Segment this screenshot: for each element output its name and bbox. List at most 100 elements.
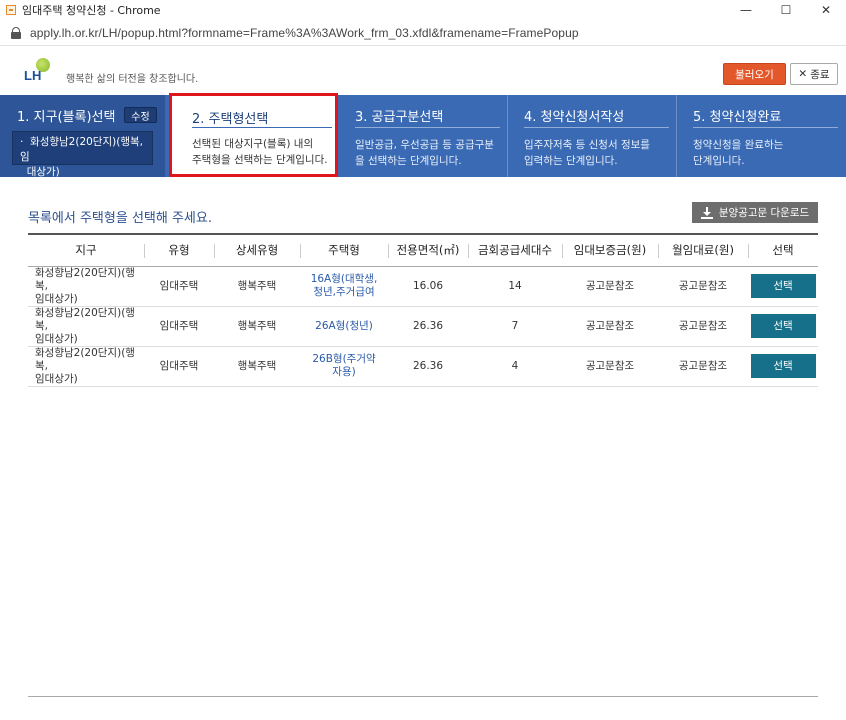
type-cell: 임대주택 [144, 306, 214, 347]
list-title: 목록에서 주택형을 선택해 주세요. [28, 211, 212, 226]
housing-line1: 26B형(주거약 [312, 353, 376, 365]
rent-cell: 공고문참조 [658, 306, 748, 347]
column-header: 월임대료(원) [658, 233, 748, 267]
main-content: 목록에서 주택형을 선택해 주세요. 분양공고문 다운로드 지구 유형 상세유형… [0, 177, 846, 720]
step-3-desc: 일반공급, 우선공급 등 공급구분 을 선택하는 단계입니다. [355, 137, 494, 169]
close-button-label: 종료 [810, 68, 830, 81]
window-controls: — ☐ ✕ [726, 0, 846, 20]
step-3-desc-line2: 을 선택하는 단계입니다. [355, 155, 462, 167]
type-cell: 임대주택 [144, 346, 214, 387]
lock-icon[interactable] [10, 26, 22, 39]
column-header: 전용면적(㎡) [388, 233, 468, 267]
minimize-icon[interactable]: — [726, 0, 766, 20]
select-cell: 선택 [748, 346, 818, 387]
step-4-desc: 입주자저축 등 신청서 정보를 입력하는 단계입니다. [524, 137, 650, 169]
download-icon [700, 206, 713, 219]
page-favicon-icon [6, 5, 16, 15]
area-cell: 16.06 [388, 266, 468, 307]
rent-cell: 공고문참조 [658, 346, 748, 387]
column-header: 금회공급세대수 [468, 233, 562, 267]
selected-district-box: · 화성향남2(20단지)(행복,임 대상가) [12, 131, 153, 178]
window-titlebar: 임대주택 청약신청 - Chrome — ☐ ✕ [0, 0, 846, 20]
housing-line1: 26A형(청년) [315, 319, 373, 332]
selected-district-line1: 화성향남2(20단지)(행복,임 [20, 136, 143, 163]
page-header: LH 행복한 삶의 터전을 창조합니다. 불러오기 ✕ 종료 [0, 47, 846, 95]
type-cell: 임대주택 [144, 266, 214, 307]
detail-type-cell: 행복주택 [214, 266, 300, 307]
column-header: 주택형 [300, 233, 388, 267]
column-header: 상세유형 [214, 233, 300, 267]
select-button[interactable]: 선택 [750, 354, 816, 378]
column-header: 지구 [28, 233, 144, 267]
district-line2: 임대상가) [35, 332, 78, 345]
bottom-divider [28, 696, 818, 697]
bullet: · [20, 136, 24, 148]
rent-cell: 공고문참조 [658, 266, 748, 307]
load-button[interactable]: 불러오기 [723, 63, 786, 85]
table-header-row: 지구 유형 상세유형 주택형 전용면적(㎡) 금회공급세대수 임대보증금(원) … [28, 233, 818, 267]
step-1-district-select: 1. 지구(블록)선택 수정 · 화성향남2(20단지)(행복,임 대상가) [0, 95, 165, 178]
select-button[interactable]: 선택 [750, 274, 816, 298]
select-cell: 선택 [748, 306, 818, 347]
district-line1: 화성향남2(20단지)(행복, [35, 266, 135, 292]
step-5-title: 5. 청약신청완료 [693, 110, 782, 125]
select-button[interactable]: 선택 [750, 314, 816, 338]
step-4-desc-line2: 입력하는 단계입니다. [524, 155, 618, 167]
step-2-underline [192, 127, 332, 128]
step-4-underline [524, 127, 669, 128]
window-title: 임대주택 청약신청 - Chrome [22, 4, 161, 17]
step-4-desc-line1: 입주자저축 등 신청서 정보를 [524, 139, 650, 151]
step-5-underline [693, 127, 838, 128]
close-window-icon[interactable]: ✕ [806, 0, 846, 20]
detail-type-cell: 행복주택 [214, 346, 300, 387]
table-row[interactable]: 화성향남2(20단지)(행복, 임대상가) 임대주택 행복주택 16A형(대학생,… [28, 266, 818, 307]
select-cell: 선택 [748, 266, 818, 307]
step-2-desc-line2: 주택형을 선택하는 단계입니다. [192, 154, 328, 166]
housing-line2: 자용) [332, 366, 356, 378]
address-bar[interactable]: apply.lh.or.kr/LH/popup.html?formname=Fr… [0, 20, 846, 46]
column-header: 유형 [144, 233, 214, 267]
url-text[interactable]: apply.lh.or.kr/LH/popup.html?formname=Fr… [30, 26, 579, 40]
step-2-housing-type-select: 2. 주택형선택 선택된 대상지구(블록) 내의 주택형을 선택하는 단계입니다… [169, 93, 338, 177]
step-progress-bar: 1. 지구(블록)선택 수정 · 화성향남2(20단지)(행복,임 대상가) 3… [0, 93, 846, 178]
step-4-application-form: 4. 청약신청서작성 입주자저축 등 신청서 정보를 입력하는 단계입니다. [507, 95, 676, 177]
lh-logo: LH [24, 58, 64, 84]
slogan: 행복한 삶의 터전을 창조합니다. [66, 74, 199, 85]
download-notice-button[interactable]: 분양공고문 다운로드 [692, 202, 818, 223]
district-line2: 임대상가) [35, 292, 78, 305]
district-cell: 화성향남2(20단지)(행복, 임대상가) [28, 306, 144, 347]
table-row[interactable]: 화성향남2(20단지)(행복, 임대상가) 임대주택 행복주택 26A형(청년) … [28, 306, 818, 347]
close-button[interactable]: ✕ 종료 [790, 63, 838, 85]
district-line2: 임대상가) [35, 372, 78, 385]
housing-type-cell: 26B형(주거약 자용) [300, 346, 388, 387]
housing-line1: 16A형(대학생, [310, 273, 378, 285]
district-line1: 화성향남2(20단지)(행복, [35, 306, 135, 332]
area-cell: 26.36 [388, 346, 468, 387]
column-header: 임대보증금(원) [562, 233, 658, 267]
step-3-underline [355, 127, 500, 128]
step-3-desc-line1: 일반공급, 우선공급 등 공급구분 [355, 139, 494, 151]
housing-type-table: 지구 유형 상세유형 주택형 전용면적(㎡) 금회공급세대수 임대보증금(원) … [28, 233, 818, 387]
close-icon: ✕ [798, 68, 808, 80]
maximize-icon[interactable]: ☐ [766, 0, 806, 20]
step-5-desc-line2: 단계입니다. [693, 155, 745, 167]
selected-district-text: · 화성향남2(20단지)(행복,임 대상가) [20, 135, 152, 180]
district-line1: 화성향남2(20단지)(행복, [35, 346, 135, 372]
deposit-cell: 공고문참조 [562, 306, 658, 347]
area-cell: 26.36 [388, 306, 468, 347]
step-5-complete: 5. 청약신청완료 청약신청을 완료하는 단계입니다. [676, 95, 846, 177]
deposit-cell: 공고문참조 [562, 346, 658, 387]
units-cell: 14 [468, 266, 562, 307]
housing-type-cell: 26A형(청년) [300, 306, 388, 347]
step-2-desc-line1: 선택된 대상지구(블록) 내의 [192, 138, 314, 150]
housing-type-cell: 16A형(대학생, 청년,주거급여 [300, 266, 388, 307]
logo-text: LH [24, 68, 42, 83]
step-2-title: 2. 주택형선택 [192, 112, 269, 127]
column-header: 선택 [748, 233, 818, 267]
step-1-title: 1. 지구(블록)선택 [17, 110, 116, 125]
table-row[interactable]: 화성향남2(20단지)(행복, 임대상가) 임대주택 행복주택 26B형(주거약 자… [28, 346, 818, 387]
edit-button[interactable]: 수정 [124, 107, 157, 123]
step-3-title: 3. 공급구분선택 [355, 110, 444, 125]
deposit-cell: 공고문참조 [562, 266, 658, 307]
units-cell: 7 [468, 306, 562, 347]
